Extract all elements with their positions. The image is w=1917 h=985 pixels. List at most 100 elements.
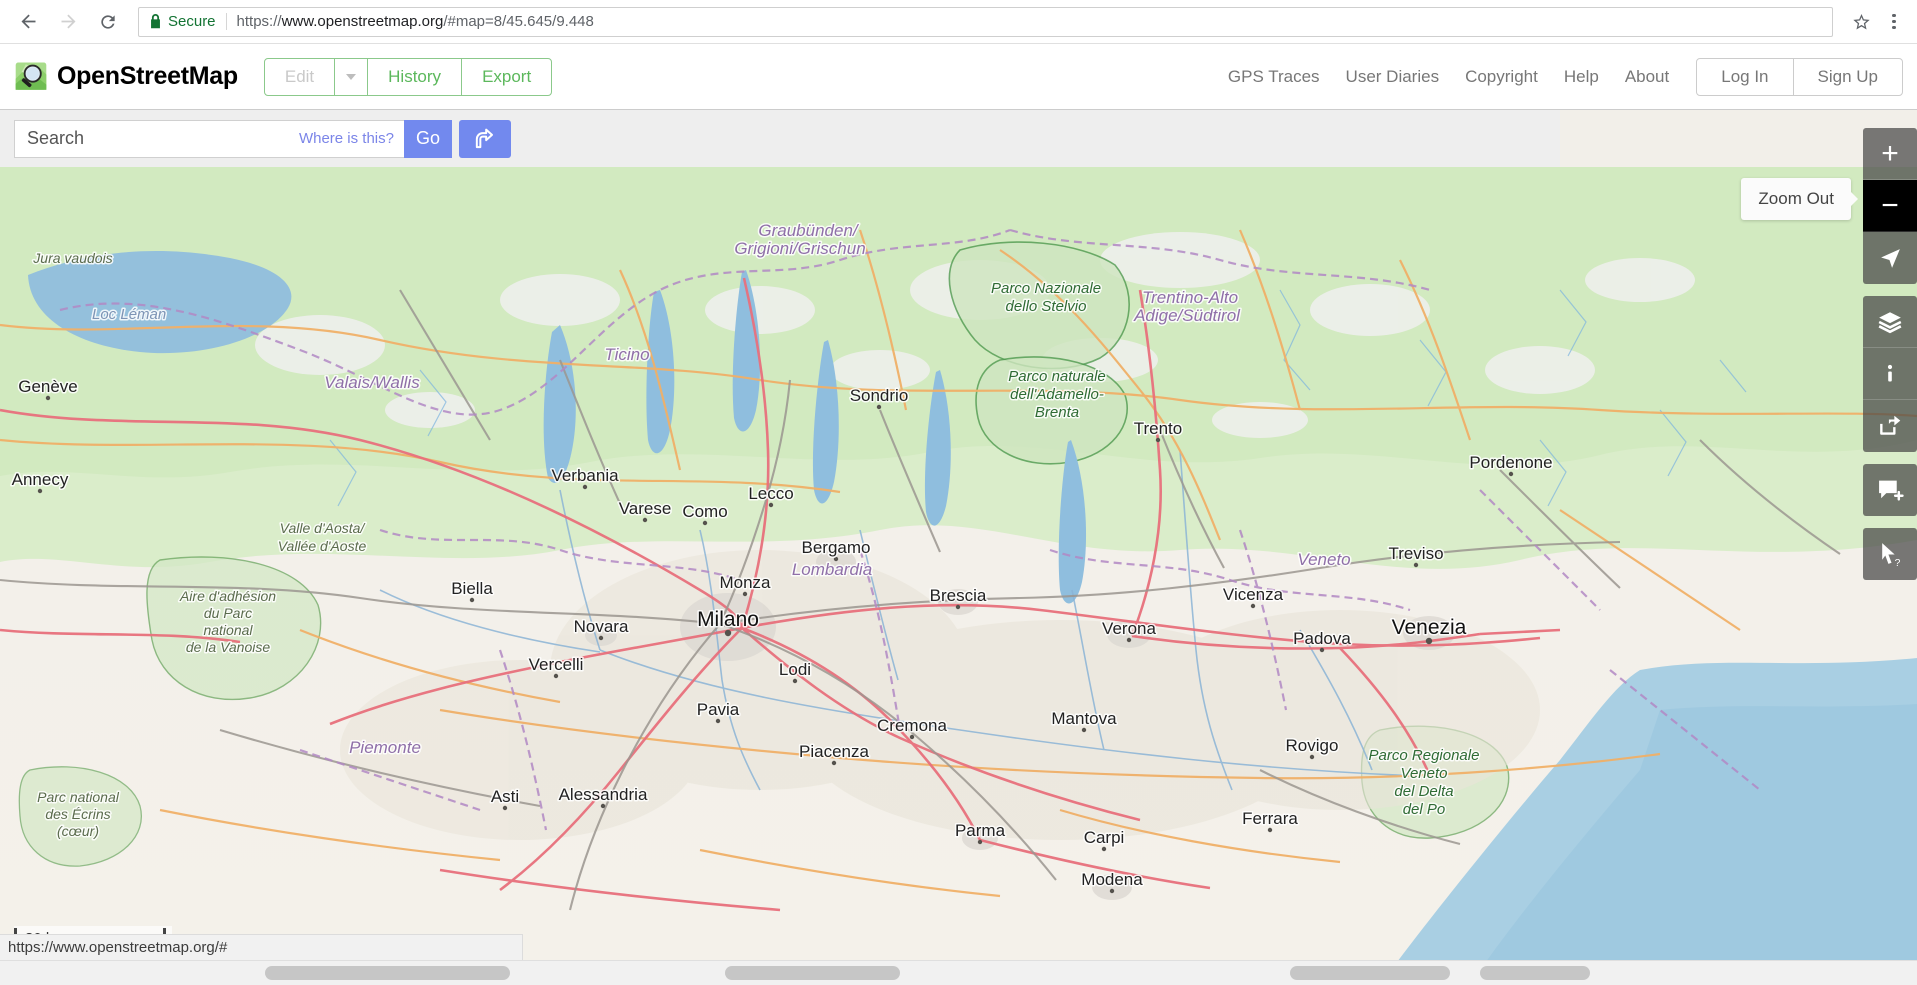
nav-about[interactable]: About <box>1612 67 1682 87</box>
map-label: Trentino-Alto <box>1142 288 1238 307</box>
edit-dropdown-button[interactable] <box>335 59 368 95</box>
browser-status-bar: https://www.openstreetmap.org/# <box>0 934 523 960</box>
map-tools-group <box>1863 296 1917 452</box>
map-label: Veneto <box>1297 550 1350 569</box>
nav-user-diaries[interactable]: User Diaries <box>1333 67 1453 87</box>
map-city-dot <box>1268 828 1272 832</box>
sign-up-button[interactable]: Sign Up <box>1794 59 1902 95</box>
map-label: Pavia <box>697 700 740 719</box>
map-label: Veneto <box>1401 765 1448 782</box>
map-label: Lodi <box>779 660 811 679</box>
map-label: Vallée d'Aoste <box>278 538 367 554</box>
map-label: Lecco <box>748 484 793 503</box>
nav-help[interactable]: Help <box>1551 67 1612 87</box>
map-label: Cremona <box>877 716 947 735</box>
three-dot-menu-icon[interactable] <box>1879 7 1909 37</box>
map-label: national <box>203 622 253 638</box>
zoom-out-button[interactable]: − <box>1863 180 1917 232</box>
reload-icon[interactable] <box>91 5 125 39</box>
map-city-dot <box>1110 889 1114 893</box>
zoom-in-button[interactable]: + <box>1863 128 1917 180</box>
map-label: Bergamo <box>802 538 871 557</box>
map-city-dot <box>601 804 605 808</box>
map-city-dot <box>554 674 558 678</box>
map-city-dot <box>643 518 647 522</box>
map-city-dot <box>38 489 42 493</box>
nav-gps-traces[interactable]: GPS Traces <box>1215 67 1333 87</box>
map-water-labels: Loc Léman <box>92 306 166 323</box>
map-label: Alessandria <box>559 785 648 804</box>
scrollbar-thumb[interactable] <box>1290 966 1450 980</box>
map-label: Vicenza <box>1223 585 1284 604</box>
edit-button[interactable]: Edit <box>265 59 335 95</box>
map-label: dell'Adamello- <box>1010 386 1104 403</box>
scrollbar-thumb[interactable] <box>1480 966 1590 980</box>
security-status-label: Secure <box>168 13 216 30</box>
map-label: Parco naturale <box>1008 368 1106 385</box>
geolocate-button[interactable] <box>1863 232 1917 284</box>
map-label: Verbania <box>551 466 619 485</box>
lock-icon <box>149 14 162 30</box>
map-city-dot <box>716 719 720 723</box>
comment-plus-icon <box>1877 477 1904 503</box>
map-label: Parc national <box>37 789 120 805</box>
add-note-button[interactable] <box>1863 464 1917 516</box>
location-arrow-icon <box>1878 246 1903 271</box>
scrollbar-thumb[interactable] <box>725 966 900 980</box>
map-label: Valle d'Aosta/ <box>280 520 367 536</box>
map-label: Ferrara <box>1242 809 1298 828</box>
map-label: Annecy <box>12 470 69 489</box>
search-input[interactable]: Search Where is this? <box>14 120 404 158</box>
map-label: Brenta <box>1035 404 1079 421</box>
log-in-button[interactable]: Log In <box>1697 59 1793 95</box>
map-city-dot <box>1127 638 1131 642</box>
map-city-dot <box>599 636 603 640</box>
map-label: Mantova <box>1051 709 1117 728</box>
layers-button[interactable] <box>1863 296 1917 348</box>
map-city-dot <box>703 521 707 525</box>
chevron-down-icon <box>346 74 356 80</box>
map-label: Carpi <box>1084 828 1125 847</box>
scrollbar-thumb[interactable] <box>265 966 510 980</box>
url-text: https://www.openstreetmap.org/#map=8/45.… <box>237 13 594 30</box>
map-info-button[interactable] <box>1863 348 1917 400</box>
share-button[interactable] <box>1863 400 1917 452</box>
map-label: Verona <box>1102 619 1156 638</box>
map-label: del Delta <box>1394 783 1453 800</box>
search-go-button[interactable]: Go <box>404 120 452 158</box>
back-arrow-icon[interactable] <box>11 5 45 39</box>
map-label: Loc Léman <box>92 306 166 323</box>
map-label: de la Vanoise <box>186 639 271 655</box>
openstreetmap-logo-icon <box>14 60 48 94</box>
map-label: dello Stelvio <box>1006 298 1087 315</box>
site-title: OpenStreetMap <box>57 62 238 91</box>
map-city-dot <box>769 503 773 507</box>
map-label: du Parc <box>204 605 252 621</box>
history-button[interactable]: History <box>368 59 462 95</box>
forward-arrow-icon[interactable] <box>51 5 85 39</box>
map-label: Asti <box>491 787 519 806</box>
map-label: Milano <box>697 608 759 631</box>
query-features-button[interactable]: ? <box>1863 528 1917 580</box>
export-button[interactable]: Export <box>462 59 551 95</box>
directions-button[interactable] <box>459 120 511 158</box>
map-city-dot <box>1082 728 1086 732</box>
address-bar[interactable]: Secure https://www.openstreetmap.org/#ma… <box>138 7 1833 37</box>
map-label: Parco Nazionale <box>991 280 1101 297</box>
horizontal-scrollbar[interactable] <box>0 960 1917 985</box>
map-city-dot <box>743 592 747 596</box>
site-logo-link[interactable]: OpenStreetMap <box>14 60 238 94</box>
nav-copyright[interactable]: Copyright <box>1452 67 1551 87</box>
map-viewport[interactable]: Loc Léman Jura vaudois Valle d'Aosta/Vall… <box>0 110 1917 985</box>
map-label: del Po <box>1403 801 1446 818</box>
map-label: Novara <box>574 617 629 636</box>
map-city-dot <box>1251 604 1255 608</box>
map-label: Adige/Südtirol <box>1133 306 1241 325</box>
auth-button-group: Log In Sign Up <box>1696 58 1903 96</box>
map-label: Biella <box>451 579 493 598</box>
note-group <box>1863 464 1917 516</box>
edit-button-group: Edit History Export <box>264 58 552 96</box>
star-icon[interactable] <box>1847 8 1875 36</box>
where-is-this-link[interactable]: Where is this? <box>299 130 394 147</box>
map-label: Jura vaudois <box>32 250 112 266</box>
